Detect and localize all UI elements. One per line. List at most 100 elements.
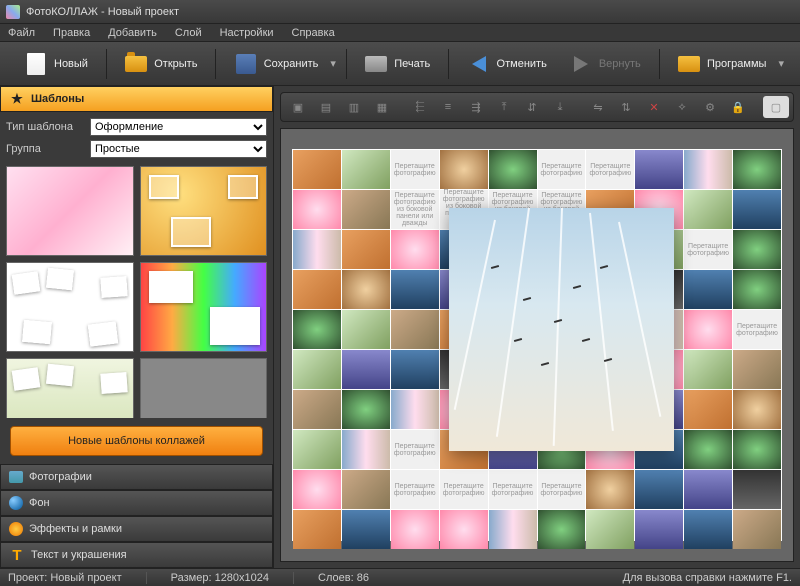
collage-thumb[interactable] (684, 190, 732, 229)
collage-thumb[interactable] (342, 230, 390, 269)
collage-placeholder[interactable]: Перетащите фотографию (440, 470, 488, 509)
collage-placeholder[interactable]: Перетащите фотографию (489, 470, 537, 509)
collage-thumb[interactable] (684, 430, 732, 469)
template-item[interactable] (6, 166, 134, 256)
collage-thumb[interactable] (391, 270, 439, 309)
collage-thumb[interactable] (342, 190, 390, 229)
menu-file[interactable]: Файл (4, 26, 39, 40)
redo-button[interactable]: Вернуть (561, 48, 649, 80)
template-item[interactable] (140, 358, 268, 418)
collage-thumb[interactable] (586, 510, 634, 549)
template-item[interactable] (6, 262, 134, 352)
align-bottom-button[interactable]: ⤓ (547, 96, 573, 118)
panel-photos[interactable]: Фотографии (0, 464, 273, 490)
menu-edit[interactable]: Правка (49, 26, 94, 40)
collage-placeholder[interactable]: Перетащите фотографию (586, 150, 634, 189)
save-dropdown[interactable]: ▾ (330, 57, 336, 70)
collage-thumb[interactable] (586, 470, 634, 509)
lock-button[interactable]: 🔒 (725, 96, 751, 118)
collage-thumb[interactable] (733, 230, 781, 269)
bring-front-button[interactable]: ▣ (285, 96, 311, 118)
collage-thumb[interactable] (293, 190, 341, 229)
collage-thumb[interactable] (293, 310, 341, 349)
collage-thumb[interactable] (733, 390, 781, 429)
send-back-button[interactable]: ▦ (369, 96, 395, 118)
collage-thumb[interactable] (342, 150, 390, 189)
blank-button[interactable]: ▢ (763, 96, 789, 118)
collage-thumb[interactable] (391, 350, 439, 389)
collage-thumb[interactable] (733, 510, 781, 549)
hero-image[interactable] (449, 208, 674, 451)
collage-thumb[interactable] (293, 510, 341, 549)
collage-thumb[interactable] (391, 310, 439, 349)
settings-button[interactable]: ⚙ (697, 96, 723, 118)
collage-placeholder[interactable]: Перетащите фотографию (391, 470, 439, 509)
collage-thumb[interactable] (684, 270, 732, 309)
save-button[interactable]: Сохранить (226, 48, 327, 80)
menu-help[interactable]: Справка (288, 26, 339, 40)
collage-thumb[interactable] (733, 150, 781, 189)
collage-thumb[interactable] (684, 510, 732, 549)
collage-placeholder[interactable]: Перетащите фотографию (684, 230, 732, 269)
template-item[interactable] (6, 358, 134, 418)
apps-dropdown[interactable]: ▾ (778, 57, 784, 70)
collage-thumb[interactable] (684, 390, 732, 429)
collage-thumb[interactable] (733, 270, 781, 309)
collage-thumb[interactable] (342, 470, 390, 509)
collage-thumb[interactable] (391, 390, 439, 429)
group-select[interactable]: Простые (90, 140, 267, 158)
collage-thumb[interactable] (293, 230, 341, 269)
template-item[interactable] (140, 262, 268, 352)
apps-button[interactable]: Программы (669, 48, 774, 80)
collage-thumb[interactable] (342, 430, 390, 469)
template-item[interactable] (140, 166, 268, 256)
collage-thumb[interactable] (440, 150, 488, 189)
collage-thumb[interactable] (293, 350, 341, 389)
delete-button[interactable]: ✕ (641, 96, 667, 118)
collage-thumb[interactable] (733, 470, 781, 509)
menu-settings[interactable]: Настройки (216, 26, 278, 40)
collage-thumb[interactable] (635, 150, 683, 189)
print-button[interactable]: Печать (356, 48, 438, 80)
align-top-button[interactable]: ⤒ (491, 96, 517, 118)
align-middle-button[interactable]: ⇵ (519, 96, 545, 118)
collage-thumb[interactable] (684, 150, 732, 189)
new-button[interactable]: Новый (16, 48, 96, 80)
bring-forward-button[interactable]: ▤ (313, 96, 339, 118)
collage-thumb[interactable] (733, 350, 781, 389)
collage-thumb[interactable] (489, 150, 537, 189)
collage-thumb[interactable] (391, 510, 439, 549)
menu-layer[interactable]: Слой (171, 26, 206, 40)
collage-thumb[interactable] (293, 430, 341, 469)
collage-thumb[interactable] (489, 510, 537, 549)
canvas-viewport[interactable]: Перетащите фотографию Перетащите фотогра… (280, 128, 794, 562)
panel-background[interactable]: Фон (0, 490, 273, 516)
send-backward-button[interactable]: ▥ (341, 96, 367, 118)
collage-thumb[interactable] (342, 350, 390, 389)
flip-v-button[interactable]: ⇅ (613, 96, 639, 118)
collage-thumb[interactable] (342, 390, 390, 429)
panel-effects[interactable]: Эффекты и рамки (0, 516, 273, 542)
crop-button[interactable]: ⟡ (669, 96, 695, 118)
open-button[interactable]: Открыть (116, 48, 205, 80)
collage-thumb[interactable] (342, 510, 390, 549)
collage-thumb[interactable] (635, 470, 683, 509)
panel-templates[interactable]: ★ Шаблоны (0, 86, 273, 112)
menu-add[interactable]: Добавить (104, 26, 161, 40)
collage-thumb[interactable] (293, 150, 341, 189)
collage-placeholder[interactable]: Перетащите фотографию (538, 150, 586, 189)
panel-text[interactable]: T Текст и украшения (0, 542, 273, 568)
collage-placeholder[interactable]: Перетащите фотографию (733, 310, 781, 349)
collage-thumb[interactable] (733, 190, 781, 229)
collage-thumb[interactable] (293, 390, 341, 429)
align-right-button[interactable]: ⇶ (463, 96, 489, 118)
collage-thumb[interactable] (684, 310, 732, 349)
collage-thumb[interactable] (684, 350, 732, 389)
new-templates-button[interactable]: Новые шаблоны коллажей (10, 426, 263, 456)
collage-thumb[interactable] (538, 510, 586, 549)
type-select[interactable]: Оформление (90, 118, 267, 136)
undo-button[interactable]: Отменить (459, 48, 555, 80)
collage-thumb[interactable] (342, 310, 390, 349)
collage-thumb[interactable] (635, 510, 683, 549)
collage-thumb[interactable] (293, 470, 341, 509)
